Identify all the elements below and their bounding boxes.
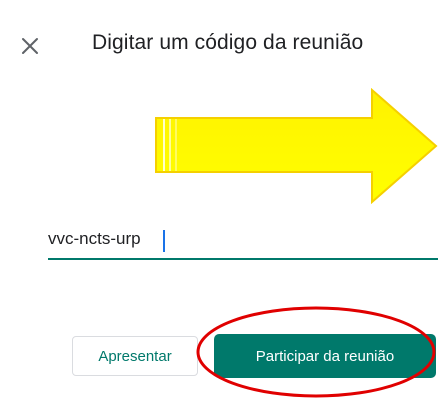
meeting-code-field[interactable]: [48, 222, 438, 262]
arrow-annotation: [155, 88, 438, 204]
close-button[interactable]: [14, 30, 46, 62]
join-meeting-dialog: Digitar um código da reunião Apresentar …: [0, 0, 438, 398]
close-icon: [22, 38, 38, 54]
dialog-header: Digitar um código da reunião: [0, 0, 438, 90]
join-meeting-button[interactable]: Participar da reunião: [214, 334, 436, 378]
present-button-label: Apresentar: [98, 347, 172, 365]
join-button-label: Participar da reunião: [255, 347, 395, 365]
meeting-code-input[interactable]: [48, 222, 438, 256]
input-underline: [48, 258, 438, 260]
text-cursor: [163, 230, 165, 252]
dialog-title: Digitar um código da reunião: [92, 31, 364, 54]
present-button[interactable]: Apresentar: [72, 336, 198, 376]
